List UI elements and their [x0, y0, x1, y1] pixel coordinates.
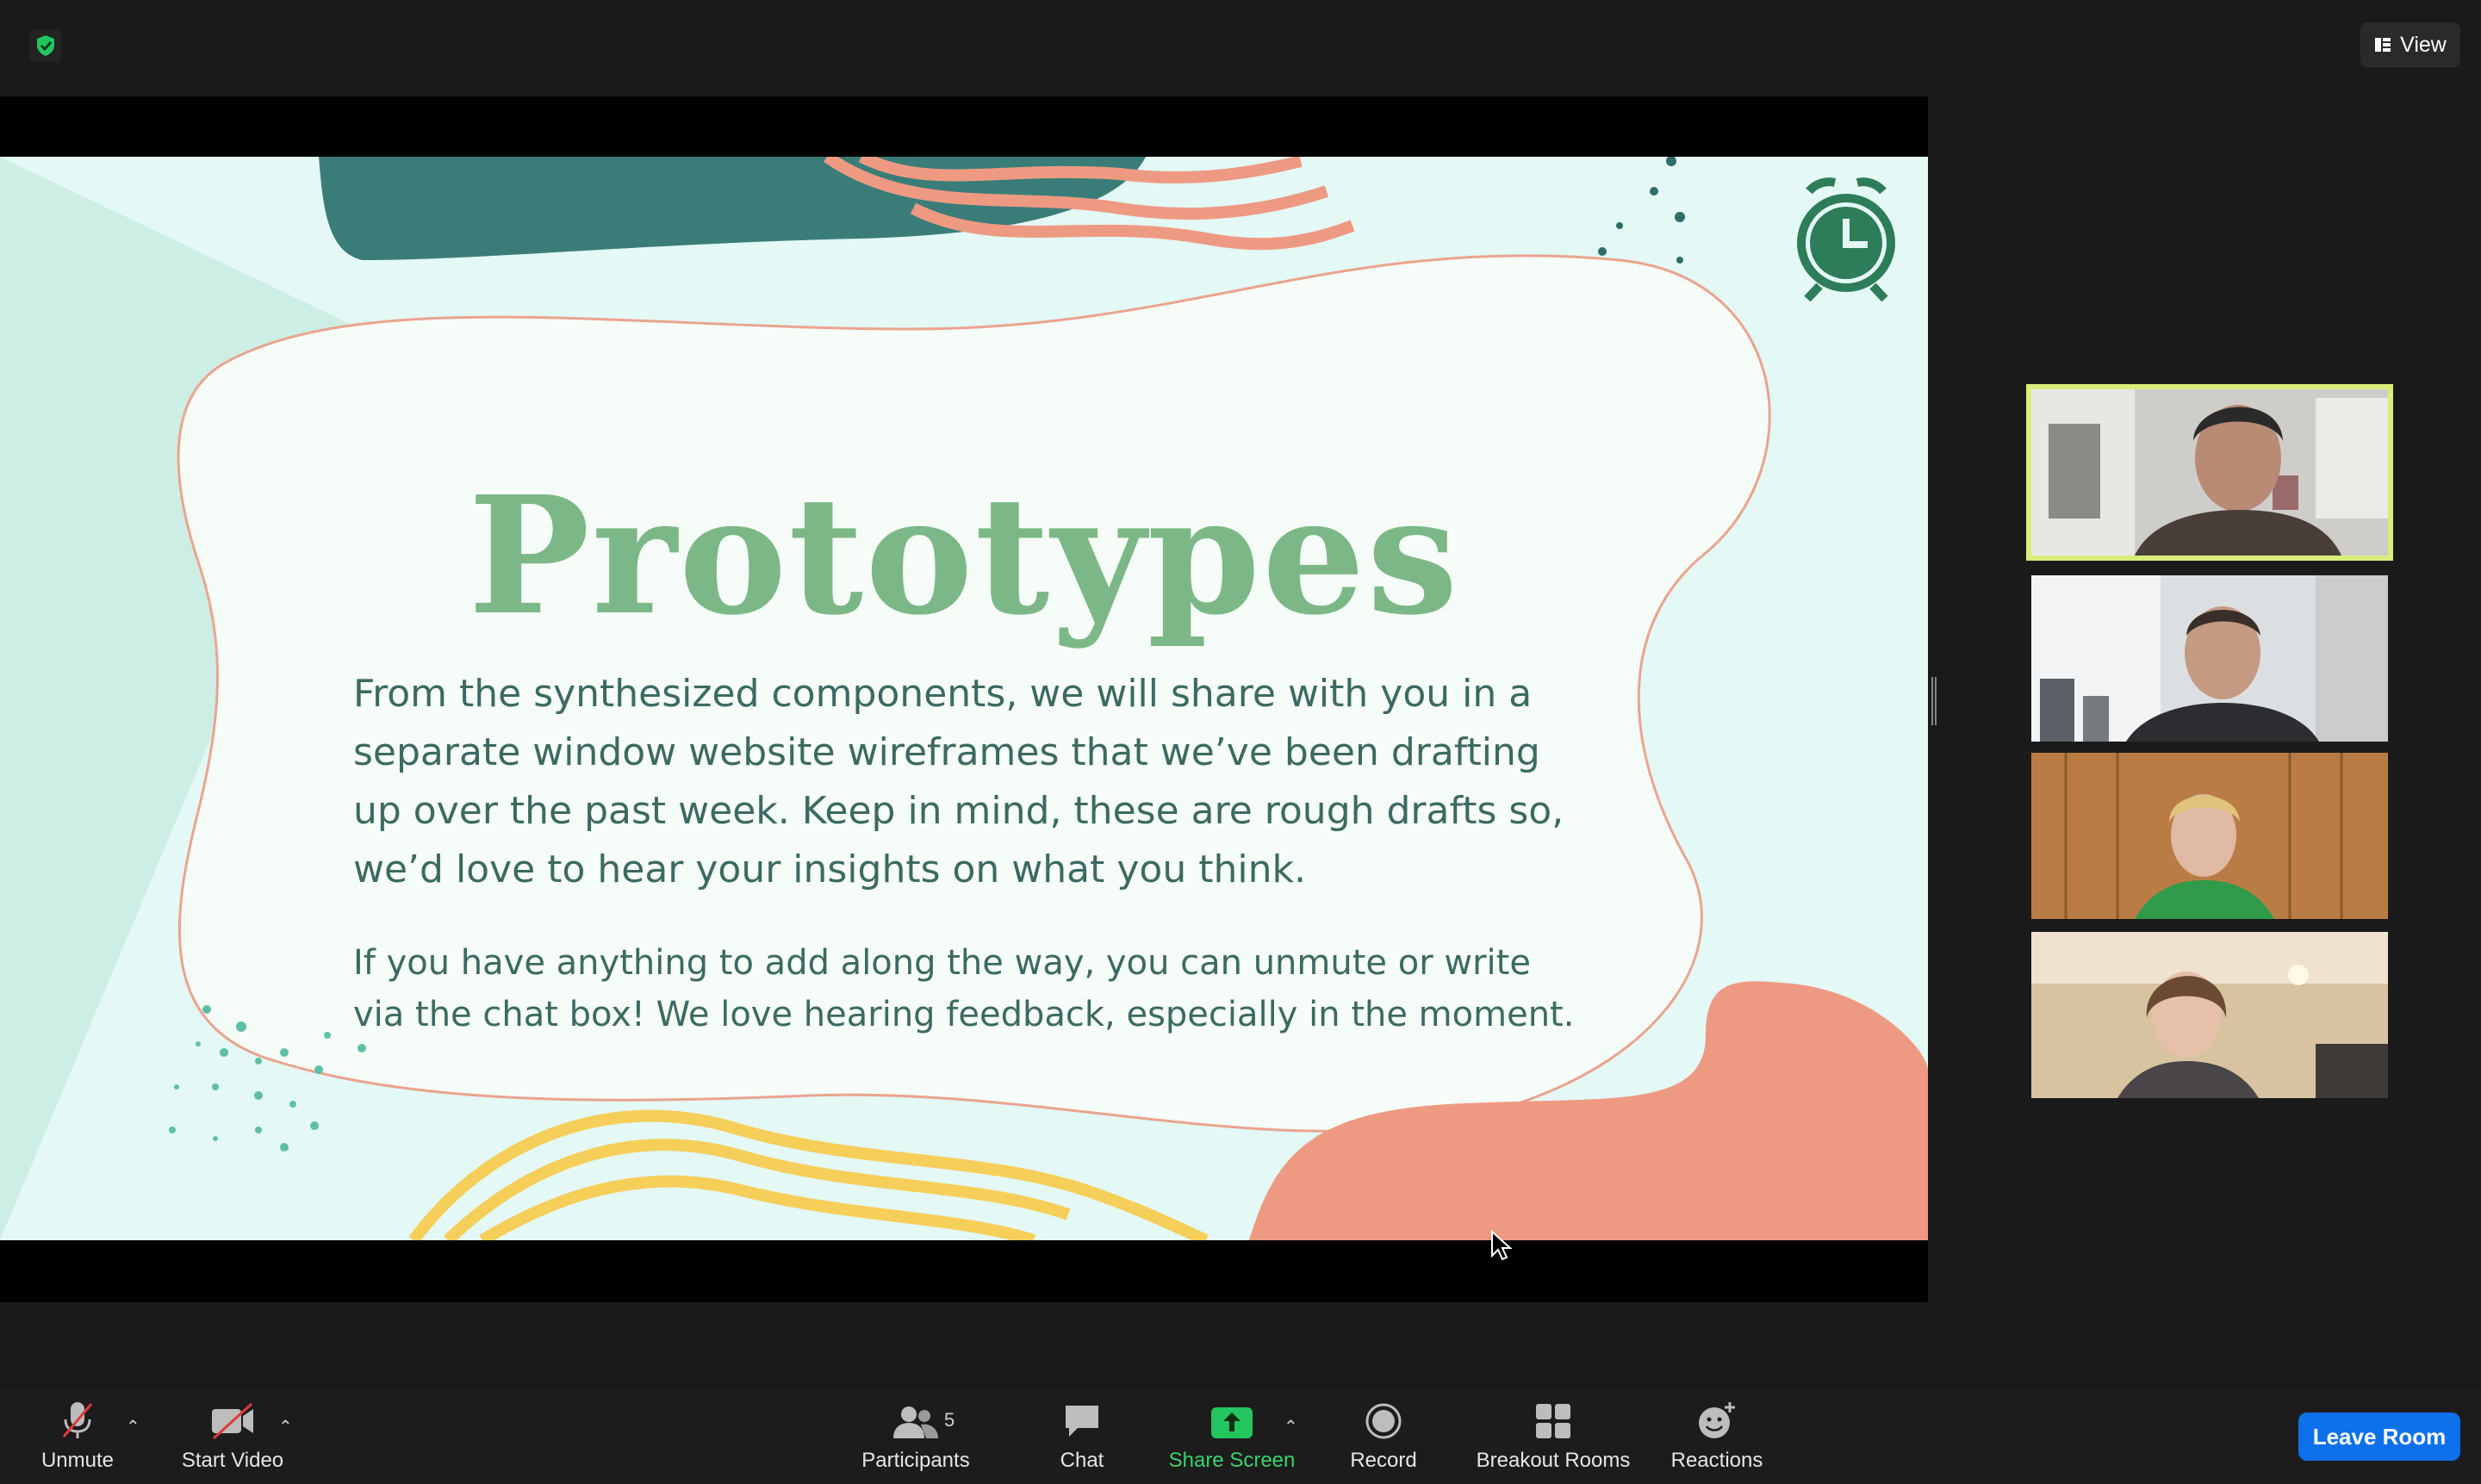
- chat-button[interactable]: Chat: [1039, 1390, 1125, 1484]
- view-grid-icon: [2375, 38, 2391, 52]
- slide-title: Prototypes: [468, 461, 1460, 651]
- participant-video-2[interactable]: [2031, 575, 2388, 742]
- audio-options-chevron-icon[interactable]: ⌃: [126, 1416, 140, 1437]
- record-icon: [1365, 1403, 1402, 1439]
- reactions-button[interactable]: Reactions: [1661, 1390, 1773, 1484]
- microphone-muted-icon: [62, 1402, 93, 1438]
- view-button[interactable]: View: [2360, 22, 2460, 67]
- unmute-label: Unmute: [40, 1449, 115, 1472]
- participants-icon: [893, 1406, 938, 1438]
- leave-room-button[interactable]: Leave Room: [2298, 1413, 2460, 1461]
- share-screen-button[interactable]: Share Screen: [1160, 1390, 1304, 1484]
- chat-bubble-icon: [1066, 1406, 1098, 1437]
- participants-count: 5: [944, 1409, 955, 1431]
- record-label: Record: [1350, 1449, 1417, 1472]
- share-screen-arrow-icon: [1211, 1407, 1253, 1438]
- top-bar: View: [0, 0, 2481, 96]
- view-label: View: [2400, 32, 2447, 57]
- mouse-cursor-icon: [1491, 1230, 1513, 1261]
- participants-button[interactable]: Participants: [853, 1390, 979, 1484]
- slide-paragraph-1: From the synthesized components, we will…: [353, 672, 1564, 891]
- share-options-chevron-icon[interactable]: ⌃: [1284, 1416, 1298, 1437]
- security-shield-icon[interactable]: [29, 29, 62, 62]
- record-button[interactable]: Record: [1340, 1390, 1427, 1484]
- reactions-smiley-icon: [1699, 1402, 1735, 1438]
- start-video-label: Start Video: [181, 1449, 284, 1472]
- start-video-button[interactable]: Start Video: [172, 1390, 293, 1484]
- participant-video-1[interactable]: [2026, 384, 2393, 561]
- meeting-toolbar: Unmute ⌃ Start Video ⌃ Participants 5 Ch…: [0, 1390, 2481, 1484]
- participant-video-3[interactable]: [2031, 753, 2388, 919]
- panel-resize-handle[interactable]: [1931, 677, 1937, 725]
- video-camera-off-icon: [212, 1402, 253, 1440]
- participant-video-4[interactable]: [2031, 932, 2388, 1098]
- share-screen-label: Share Screen: [1168, 1449, 1296, 1472]
- slide-paragraph-2: If you have anything to add along the wa…: [353, 943, 1575, 1034]
- breakout-rooms-button[interactable]: Breakout Rooms: [1464, 1390, 1642, 1484]
- breakout-rooms-grid-icon: [1536, 1404, 1570, 1438]
- breakout-rooms-label: Breakout Rooms: [1476, 1449, 1631, 1472]
- video-options-chevron-icon[interactable]: ⌃: [278, 1416, 293, 1437]
- chat-label: Chat: [1060, 1449, 1104, 1472]
- unmute-button[interactable]: Unmute: [34, 1390, 121, 1484]
- participants-label: Participants: [861, 1449, 970, 1472]
- shared-screen: Prototypes From the synthesized componen…: [0, 96, 1928, 1302]
- reactions-label: Reactions: [1670, 1449, 1763, 1472]
- presentation-slide: Prototypes From the synthesized componen…: [0, 157, 1928, 1240]
